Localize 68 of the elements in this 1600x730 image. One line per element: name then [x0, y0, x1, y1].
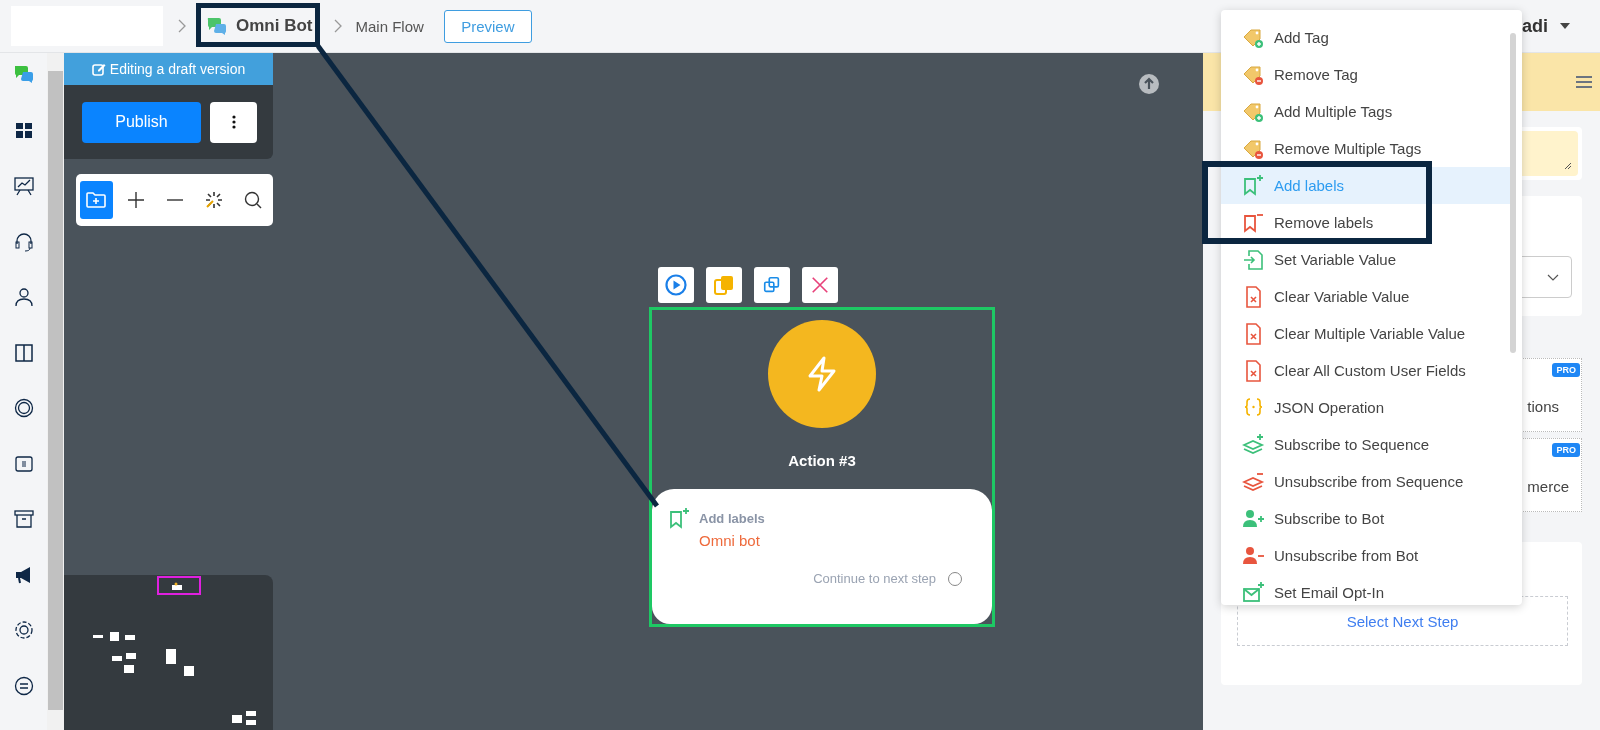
close-icon [810, 275, 830, 295]
menu-item[interactable]: Add Tag [1242, 25, 1329, 50]
chevron-icon [178, 19, 186, 33]
archive-icon[interactable] [12, 508, 35, 530]
search-icon [244, 191, 263, 209]
delete-button[interactable] [802, 267, 838, 303]
scrollbar[interactable] [1510, 33, 1516, 353]
action-node[interactable]: Action #3 Add labels Omni bot Continue to next step [649, 307, 995, 627]
minimap[interactable] [64, 575, 273, 730]
plus-icon [127, 191, 146, 209]
chat-bubble-icon[interactable] [12, 674, 35, 697]
flow-canvas[interactable]: Action #3 Add labels Omni bot Continue to next step [273, 53, 1203, 730]
play-icon [665, 274, 687, 296]
menu-item[interactable]: Add Multiple Tags [1242, 99, 1393, 124]
menu-icon[interactable] [1576, 76, 1592, 88]
draft-label: Editing a draft version [109, 61, 246, 77]
user-name[interactable]: adi [1522, 15, 1548, 37]
chat-icon[interactable] [12, 64, 35, 86]
menu-item[interactable]: Remove Tag [1242, 62, 1358, 87]
ring-icon[interactable] [12, 397, 35, 419]
caret-icon[interactable] [1560, 23, 1570, 29]
pro-badge: PRO [1552, 443, 1580, 457]
publish-button[interactable]: Publish [82, 101, 201, 143]
resize-handle-icon[interactable] [1564, 162, 1572, 170]
user-icon[interactable] [12, 286, 35, 308]
more-icon [231, 115, 236, 129]
scrollbar[interactable] [47, 53, 64, 730]
settings-icon[interactable] [12, 619, 35, 641]
more-button[interactable] [210, 101, 257, 143]
bookmark-icon [668, 507, 691, 530]
minus-icon [167, 199, 184, 201]
menu-item[interactable]: Unsubscribe from Bot [1242, 543, 1419, 568]
play-button[interactable] [658, 267, 694, 303]
edit-icon [91, 62, 106, 76]
action-name: Add labels [699, 511, 765, 526]
chat-icon [206, 16, 228, 36]
chevron-down-icon [1547, 273, 1559, 281]
upload-icon[interactable] [1139, 74, 1159, 94]
headset-icon[interactable] [12, 230, 35, 253]
node-title: Action #3 [788, 452, 856, 469]
menu-item[interactable]: Subscribe to Sequence [1242, 432, 1430, 457]
menu-item[interactable]: Unsubscribe from Sequence [1242, 469, 1464, 494]
menu-item[interactable]: Subscribe to Bot [1242, 506, 1385, 531]
braces-icon [1242, 396, 1265, 419]
add-folder-button[interactable] [80, 181, 113, 219]
duplicate-icon [762, 275, 782, 295]
copy-icon [713, 274, 735, 296]
menu-item[interactable]: Clear Multiple Variable Value [1242, 321, 1466, 346]
pro-badge: PRO [1552, 363, 1580, 377]
card-label: merce [1527, 477, 1569, 495]
breadcrumb-link[interactable]: Main Flow [355, 17, 424, 35]
label-value: Omni bot [699, 532, 761, 549]
menu-item[interactable]: Clear Variable Value [1242, 284, 1410, 309]
menu-item[interactable]: Remove Multiple Tags [1242, 136, 1422, 161]
bot-name: Omni Bot [236, 16, 313, 36]
menu-item[interactable]: Remove labels [1242, 210, 1374, 235]
breadcrumb-link[interactable]: Omni Bot [200, 16, 319, 36]
menu-item[interactable]: Set Variable Value [1242, 247, 1397, 272]
chevron-icon [333, 19, 342, 33]
menu-item[interactable]: Clear All Custom User Fields [1242, 358, 1466, 383]
menu-item[interactable]: JSON Operation [1242, 395, 1385, 420]
card-label: tions [1527, 397, 1559, 415]
continue-label: Continue to next step [813, 571, 936, 586]
duplicate-button[interactable] [754, 267, 790, 303]
columns-icon[interactable] [12, 341, 35, 364]
magic-wand-icon [205, 191, 224, 209]
folder-plus-icon [86, 191, 107, 209]
chart-board-icon[interactable] [12, 175, 35, 197]
